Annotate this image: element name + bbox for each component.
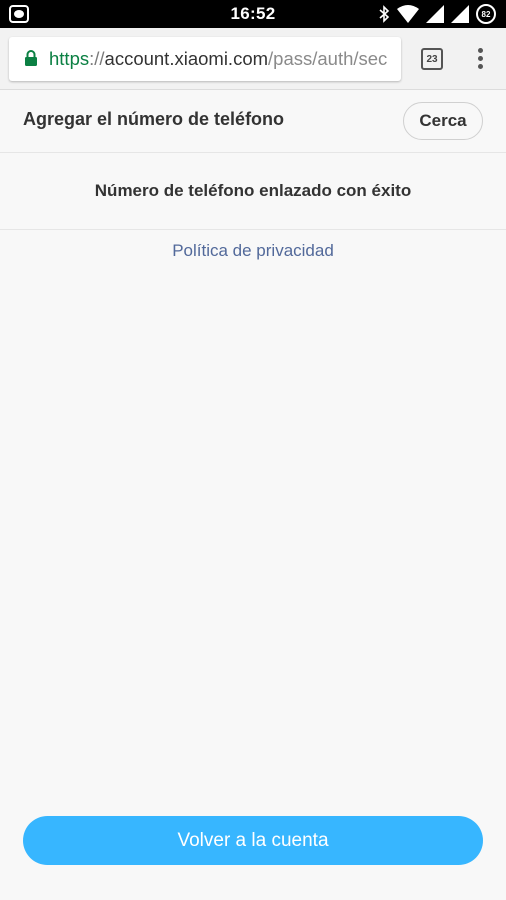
url-host: account.xiaomi.com bbox=[104, 48, 269, 69]
wifi-icon bbox=[397, 5, 419, 23]
privacy-policy-link[interactable]: Política de privacidad bbox=[0, 241, 506, 261]
url-bar[interactable]: https://account.xiaomi.com/pass/auth/sec bbox=[9, 37, 401, 81]
battery-icon: 82 bbox=[476, 4, 496, 24]
status-icons: 82 bbox=[378, 3, 496, 25]
page-title: Agregar el número de teléfono bbox=[23, 109, 285, 129]
lock-icon bbox=[25, 50, 37, 66]
close-button[interactable]: Cerca bbox=[403, 102, 483, 140]
signal-icon-2 bbox=[451, 5, 469, 23]
page-header: Agregar el número de teléfono Cerca bbox=[0, 90, 506, 153]
signal-icon bbox=[426, 5, 444, 23]
overflow-menu-icon[interactable] bbox=[472, 48, 488, 70]
tab-switcher-button[interactable]: 23 bbox=[421, 48, 443, 70]
status-bar: 16:52 82 bbox=[0, 0, 506, 28]
return-to-account-button[interactable]: Volver a la cuenta bbox=[23, 816, 483, 865]
bluetooth-icon bbox=[379, 5, 390, 23]
success-message: Número de teléfono enlazado con éxito bbox=[0, 153, 506, 230]
url-scheme: https bbox=[49, 48, 90, 69]
url-separator: :// bbox=[89, 48, 105, 69]
browser-toolbar: https://account.xiaomi.com/pass/auth/sec… bbox=[0, 28, 506, 90]
url-text: https://account.xiaomi.com/pass/auth/sec bbox=[49, 48, 387, 70]
url-path: /pass/auth/sec bbox=[268, 48, 388, 69]
